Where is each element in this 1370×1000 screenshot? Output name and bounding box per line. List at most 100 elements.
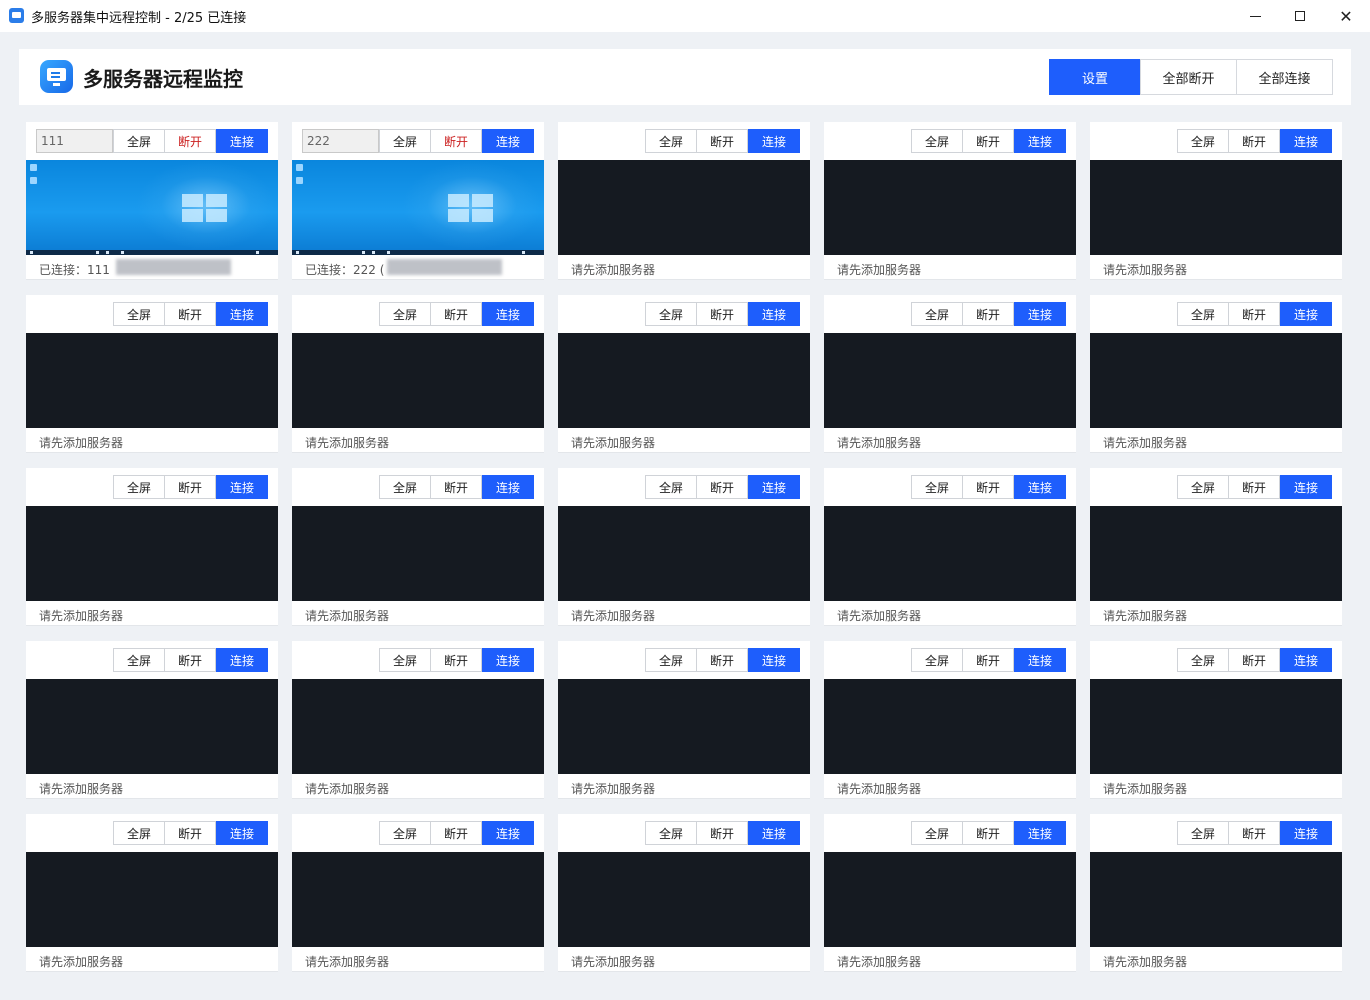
fullscreen-button[interactable]: 全屏 bbox=[911, 302, 963, 326]
disconnect-button[interactable]: 断开 bbox=[696, 648, 748, 672]
remote-screen-empty[interactable] bbox=[824, 506, 1076, 601]
remote-screen-empty[interactable] bbox=[824, 852, 1076, 947]
maximize-button[interactable] bbox=[1277, 0, 1323, 32]
connect-button[interactable]: 连接 bbox=[748, 821, 800, 845]
disconnect-button[interactable]: 断开 bbox=[430, 648, 482, 672]
server-name-input[interactable]: 222 bbox=[302, 129, 379, 153]
disconnect-button[interactable]: 断开 bbox=[962, 475, 1014, 499]
connect-button[interactable]: 连接 bbox=[216, 302, 268, 326]
remote-screen-empty[interactable] bbox=[292, 679, 544, 774]
remote-screen-empty[interactable] bbox=[26, 852, 278, 947]
remote-screen-empty[interactable] bbox=[1090, 160, 1342, 255]
disconnect-button[interactable]: 断开 bbox=[430, 821, 482, 845]
disconnect-button[interactable]: 断开 bbox=[430, 129, 482, 153]
connect-button[interactable]: 连接 bbox=[1014, 475, 1066, 499]
fullscreen-button[interactable]: 全屏 bbox=[379, 475, 431, 499]
remote-screen-empty[interactable] bbox=[1090, 506, 1342, 601]
disconnect-button[interactable]: 断开 bbox=[696, 475, 748, 499]
connect-button[interactable]: 连接 bbox=[216, 821, 268, 845]
connect-button[interactable]: 连接 bbox=[748, 129, 800, 153]
connect-button[interactable]: 连接 bbox=[216, 475, 268, 499]
settings-button[interactable]: 设置 bbox=[1049, 59, 1141, 95]
remote-screen-empty[interactable] bbox=[1090, 333, 1342, 428]
connect-button[interactable]: 连接 bbox=[1280, 129, 1332, 153]
disconnect-button[interactable]: 断开 bbox=[962, 648, 1014, 672]
fullscreen-button[interactable]: 全屏 bbox=[645, 129, 697, 153]
connect-button[interactable]: 连接 bbox=[1280, 302, 1332, 326]
disconnect-button[interactable]: 断开 bbox=[962, 302, 1014, 326]
remote-screen-empty[interactable] bbox=[558, 333, 810, 428]
connect-button[interactable]: 连接 bbox=[482, 129, 534, 153]
disconnect-button[interactable]: 断开 bbox=[164, 302, 216, 326]
fullscreen-button[interactable]: 全屏 bbox=[1177, 475, 1229, 499]
fullscreen-button[interactable]: 全屏 bbox=[379, 302, 431, 326]
remote-desktop-preview[interactable] bbox=[26, 160, 278, 255]
remote-screen-empty[interactable] bbox=[824, 679, 1076, 774]
fullscreen-button[interactable]: 全屏 bbox=[113, 302, 165, 326]
fullscreen-button[interactable]: 全屏 bbox=[379, 648, 431, 672]
connect-button[interactable]: 连接 bbox=[1014, 821, 1066, 845]
disconnect-button[interactable]: 断开 bbox=[962, 821, 1014, 845]
remote-screen-empty[interactable] bbox=[292, 333, 544, 428]
fullscreen-button[interactable]: 全屏 bbox=[911, 821, 963, 845]
connect-button[interactable]: 连接 bbox=[1280, 821, 1332, 845]
disconnect-button[interactable]: 断开 bbox=[1228, 475, 1280, 499]
remote-screen-empty[interactable] bbox=[558, 506, 810, 601]
remote-screen-empty[interactable] bbox=[824, 160, 1076, 255]
fullscreen-button[interactable]: 全屏 bbox=[113, 821, 165, 845]
connect-button[interactable]: 连接 bbox=[1280, 475, 1332, 499]
remote-screen-empty[interactable] bbox=[292, 852, 544, 947]
fullscreen-button[interactable]: 全屏 bbox=[911, 475, 963, 499]
connect-button[interactable]: 连接 bbox=[482, 821, 534, 845]
disconnect-button[interactable]: 断开 bbox=[696, 129, 748, 153]
disconnect-button[interactable]: 断开 bbox=[164, 821, 216, 845]
remote-screen-empty[interactable] bbox=[1090, 679, 1342, 774]
remote-screen-empty[interactable] bbox=[26, 333, 278, 428]
disconnect-button[interactable]: 断开 bbox=[696, 302, 748, 326]
fullscreen-button[interactable]: 全屏 bbox=[645, 821, 697, 845]
remote-screen-empty[interactable] bbox=[1090, 852, 1342, 947]
disconnect-button[interactable]: 断开 bbox=[164, 475, 216, 499]
disconnect-all-button[interactable]: 全部断开 bbox=[1140, 59, 1237, 95]
connect-button[interactable]: 连接 bbox=[216, 129, 268, 153]
connect-button[interactable]: 连接 bbox=[482, 648, 534, 672]
connect-button[interactable]: 连接 bbox=[482, 302, 534, 326]
remote-screen-empty[interactable] bbox=[824, 333, 1076, 428]
disconnect-button[interactable]: 断开 bbox=[164, 129, 216, 153]
fullscreen-button[interactable]: 全屏 bbox=[645, 648, 697, 672]
disconnect-button[interactable]: 断开 bbox=[1228, 129, 1280, 153]
disconnect-button[interactable]: 断开 bbox=[696, 821, 748, 845]
remote-screen-empty[interactable] bbox=[292, 506, 544, 601]
connect-all-button[interactable]: 全部连接 bbox=[1236, 59, 1333, 95]
disconnect-button[interactable]: 断开 bbox=[1228, 821, 1280, 845]
disconnect-button[interactable]: 断开 bbox=[1228, 302, 1280, 326]
connect-button[interactable]: 连接 bbox=[748, 475, 800, 499]
connect-button[interactable]: 连接 bbox=[1014, 129, 1066, 153]
fullscreen-button[interactable]: 全屏 bbox=[645, 475, 697, 499]
fullscreen-button[interactable]: 全屏 bbox=[911, 129, 963, 153]
fullscreen-button[interactable]: 全屏 bbox=[911, 648, 963, 672]
remote-screen-empty[interactable] bbox=[26, 679, 278, 774]
remote-screen-empty[interactable] bbox=[558, 852, 810, 947]
fullscreen-button[interactable]: 全屏 bbox=[379, 821, 431, 845]
fullscreen-button[interactable]: 全屏 bbox=[1177, 821, 1229, 845]
disconnect-button[interactable]: 断开 bbox=[1228, 648, 1280, 672]
remote-screen-empty[interactable] bbox=[558, 679, 810, 774]
fullscreen-button[interactable]: 全屏 bbox=[1177, 302, 1229, 326]
fullscreen-button[interactable]: 全屏 bbox=[113, 648, 165, 672]
disconnect-button[interactable]: 断开 bbox=[430, 302, 482, 326]
close-button[interactable]: ✕ bbox=[1323, 0, 1369, 32]
disconnect-button[interactable]: 断开 bbox=[430, 475, 482, 499]
fullscreen-button[interactable]: 全屏 bbox=[379, 129, 431, 153]
fullscreen-button[interactable]: 全屏 bbox=[1177, 129, 1229, 153]
connect-button[interactable]: 连接 bbox=[748, 648, 800, 672]
disconnect-button[interactable]: 断开 bbox=[164, 648, 216, 672]
connect-button[interactable]: 连接 bbox=[216, 648, 268, 672]
remote-screen-empty[interactable] bbox=[26, 506, 278, 601]
remote-desktop-preview[interactable] bbox=[292, 160, 544, 255]
fullscreen-button[interactable]: 全屏 bbox=[645, 302, 697, 326]
connect-button[interactable]: 连接 bbox=[1014, 302, 1066, 326]
connect-button[interactable]: 连接 bbox=[1280, 648, 1332, 672]
remote-screen-empty[interactable] bbox=[558, 160, 810, 255]
fullscreen-button[interactable]: 全屏 bbox=[113, 129, 165, 153]
